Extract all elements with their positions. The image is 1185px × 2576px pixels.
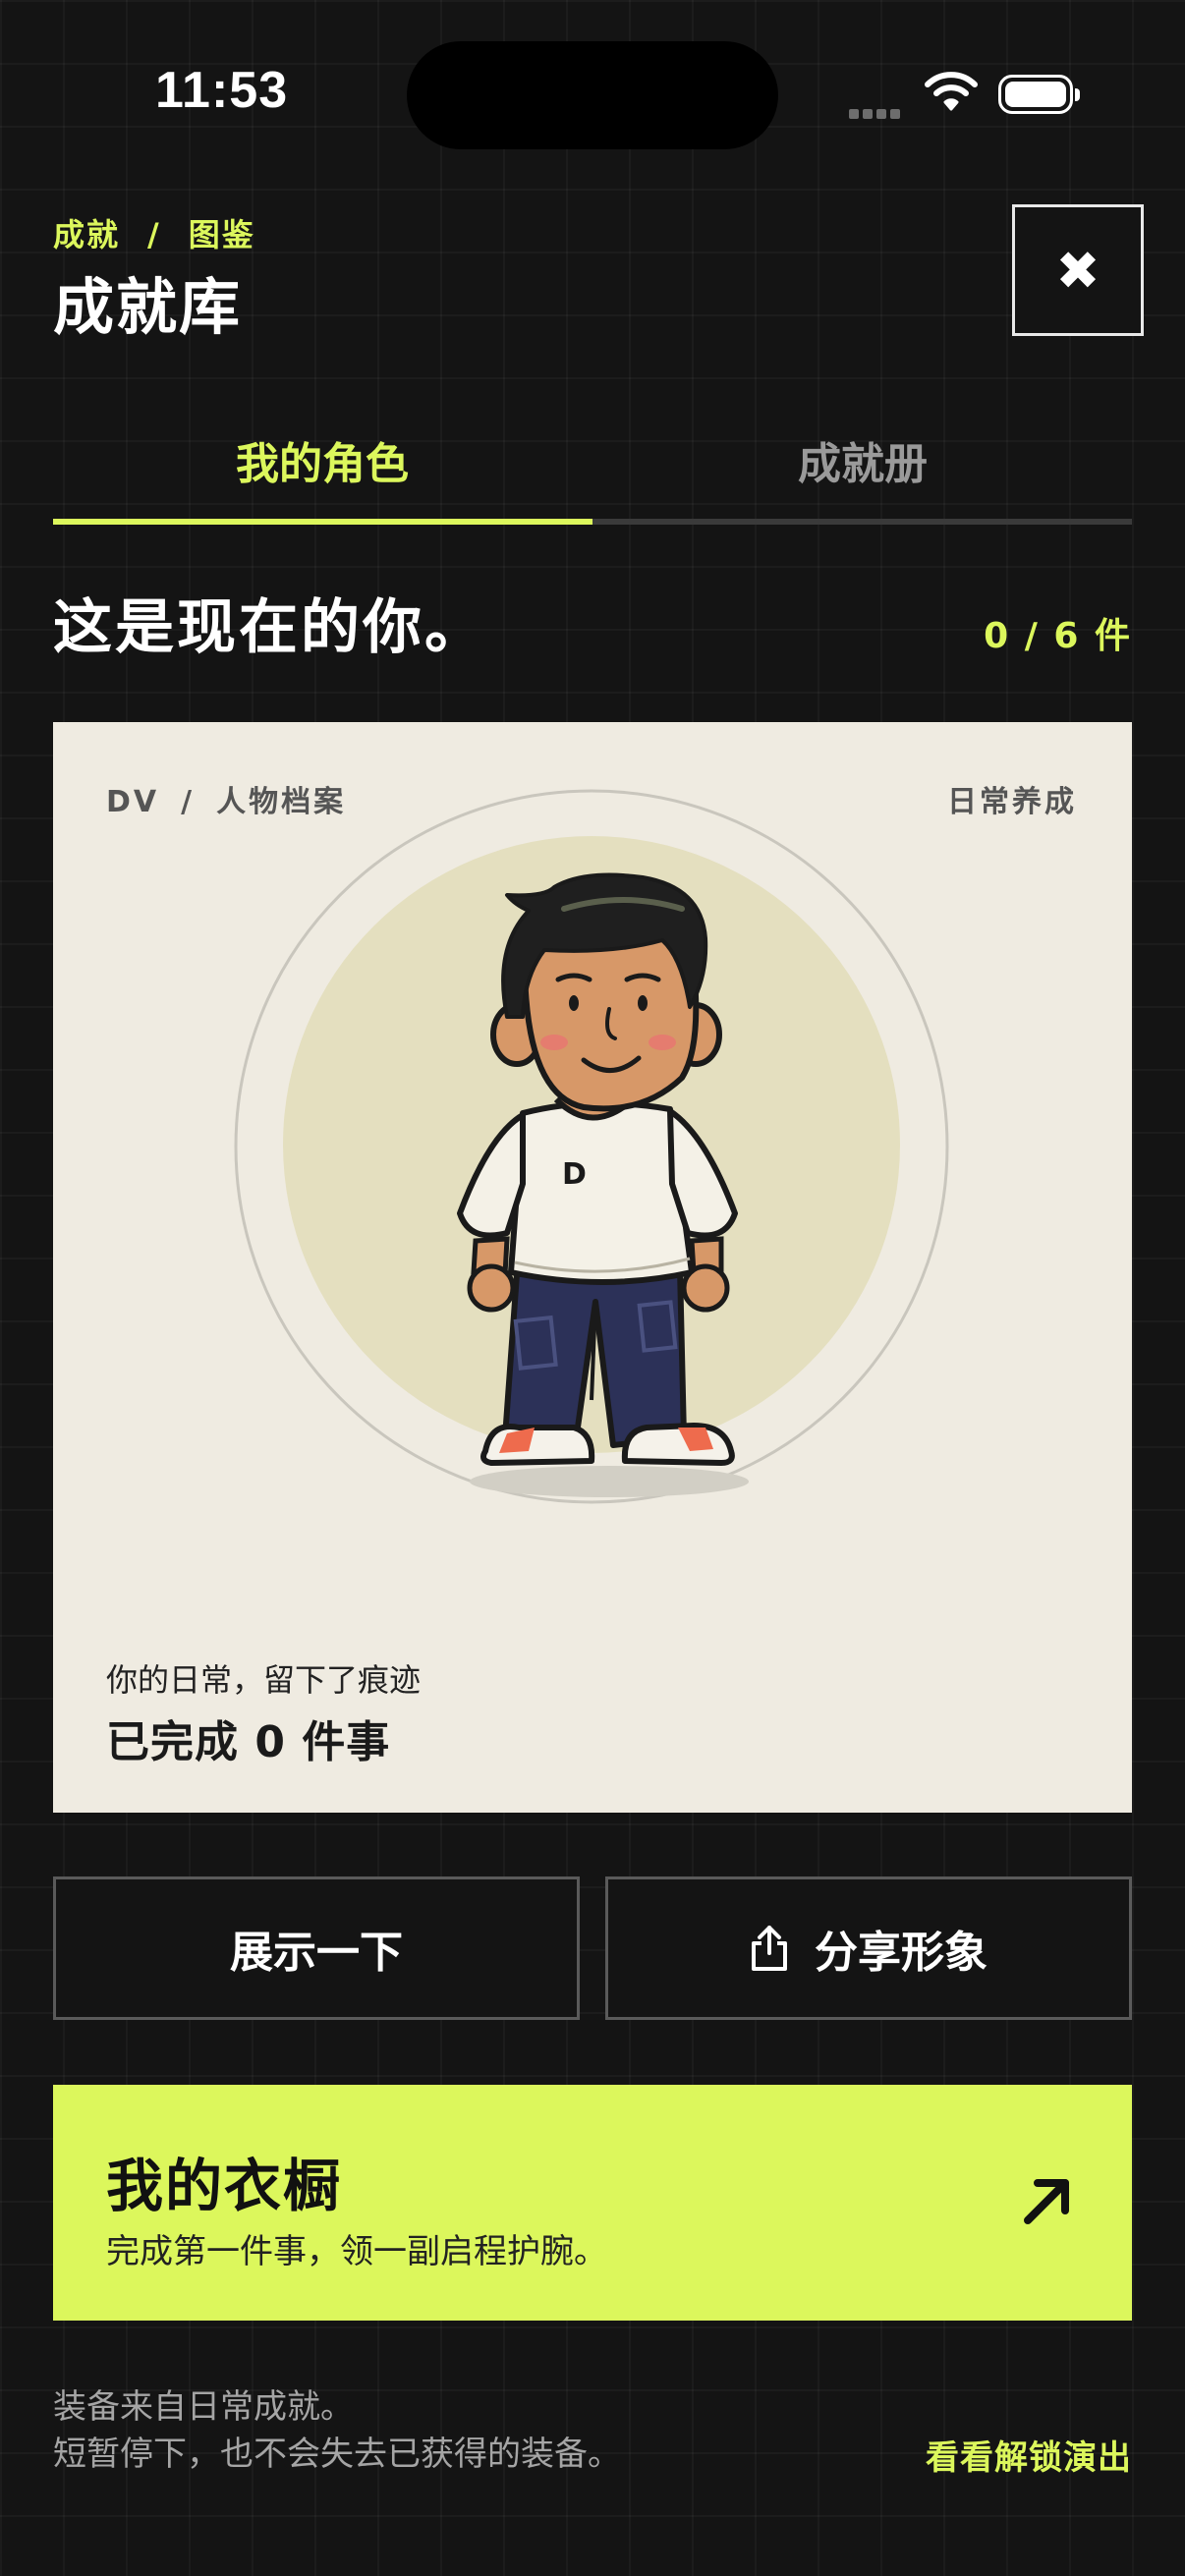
wifi-icon [924, 71, 979, 116]
wardrobe-card[interactable]: 我的衣橱 完成第一件事，领一副启程护腕。 [53, 2085, 1132, 2321]
breadcrumb-item-current: 图鉴 [188, 216, 255, 253]
footer-note-line: 短暂停下，也不会失去已获得的装备。 [53, 2435, 621, 2474]
close-button[interactable]: ✖ [1012, 204, 1144, 336]
battery-icon [998, 75, 1080, 114]
wardrobe-title: 我的衣橱 [106, 2153, 343, 2219]
share-avatar-label: 分享形象 [815, 1928, 988, 1978]
share-icon [752, 1926, 787, 1971]
tab-achievement-book[interactable]: 成就册 [593, 428, 1132, 491]
card-subtitle: 你的日常，留下了痕迹 [106, 1661, 422, 1699]
breadcrumb-separator: / [147, 216, 161, 253]
section-title: 这是现在的你。 [53, 593, 486, 662]
completed-count: 已完成 0 件事 [106, 1717, 391, 1767]
footer-note-line: 装备来自日常成就。 [53, 2387, 354, 2427]
shirt-letter: D [562, 1157, 587, 1192]
breadcrumb: 成就 / 图鉴 [53, 210, 255, 255]
signal-icon [849, 104, 908, 119]
achievement-count: 0 / 6 件 [984, 616, 1132, 656]
arrow-up-right-icon [1024, 2179, 1069, 2224]
profile-card: DV / 人物档案 日常养成 D 你的日常，留下了痕迹 已完成 0 件事 [53, 722, 1132, 1813]
share-avatar-button[interactable]: 分享形象 [605, 1876, 1132, 2020]
breadcrumb-item[interactable]: 成就 [53, 216, 120, 253]
tab-my-character[interactable]: 我的角色 [53, 428, 592, 491]
avatar: D [234, 789, 949, 1504]
footer-note: 装备来自日常成就。 短暂停下，也不会失去已获得的装备。 [53, 2383, 621, 2478]
unlock-animation-link[interactable]: 看看解锁演出 [926, 2431, 1132, 2479]
show-off-label: 展示一下 [230, 1928, 403, 1978]
status-time: 11:53 [155, 62, 289, 119]
dynamic-island [407, 41, 778, 149]
tab-active-indicator [53, 519, 592, 525]
wardrobe-description: 完成第一件事，领一副启程护腕。 [106, 2232, 607, 2271]
close-icon: ✖ [1055, 239, 1100, 302]
show-off-button[interactable]: 展示一下 [53, 1876, 580, 2020]
page-title: 成就库 [53, 271, 243, 343]
